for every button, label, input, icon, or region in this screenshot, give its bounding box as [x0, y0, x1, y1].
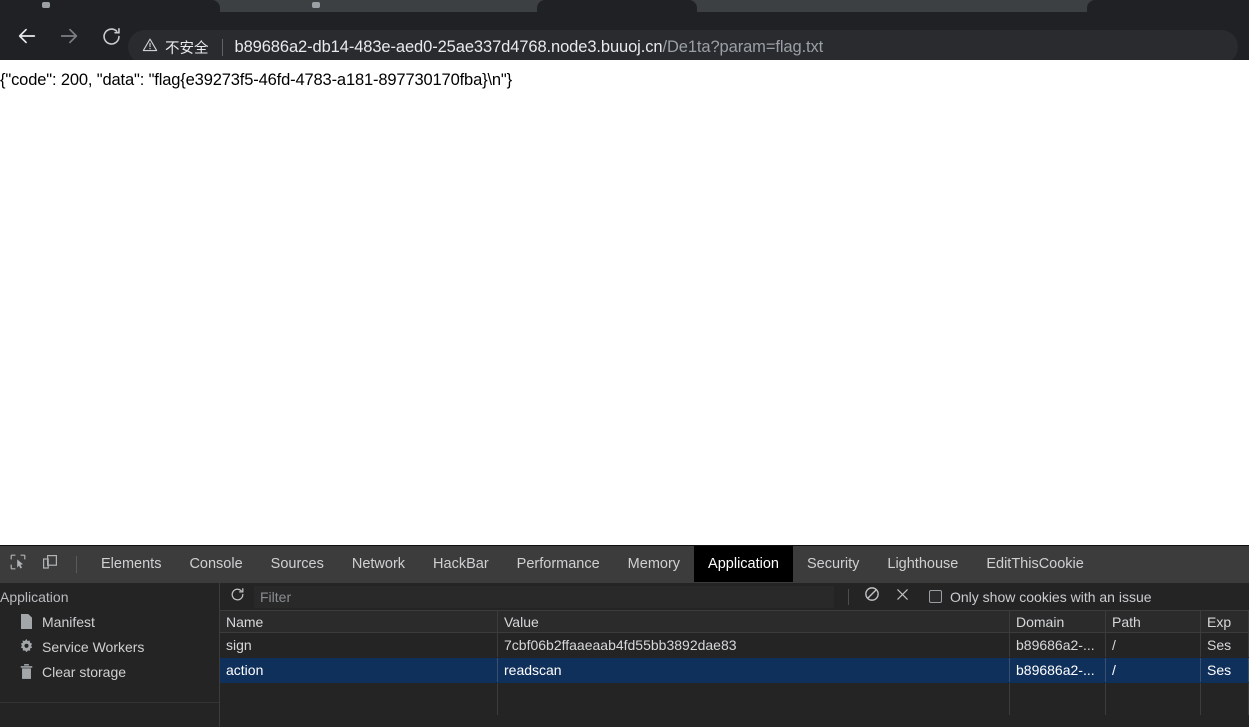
cookies-table: Name Value Domain Path Exp sign 7cbf06b2… — [220, 611, 1249, 715]
tab-performance[interactable]: Performance — [503, 546, 614, 582]
back-button[interactable] — [8, 17, 46, 55]
page-body-text: {"code": 200, "data": "flag{e39273f5-46f… — [0, 71, 512, 89]
inspect-element-button[interactable] — [4, 551, 32, 577]
arrow-right-icon — [58, 25, 80, 47]
cookies-table-header: Name Value Domain Path Exp — [220, 611, 1249, 633]
inspect-element-icon — [10, 554, 26, 575]
reload-icon — [101, 26, 122, 47]
tab-elements[interactable]: Elements — [87, 546, 175, 582]
refresh-icon — [230, 587, 245, 607]
device-toolbar-icon — [42, 554, 58, 575]
tab-hackbar[interactable]: HackBar — [419, 546, 503, 582]
cell-name: sign — [220, 633, 498, 657]
sidebar-item-label: Manifest — [42, 613, 95, 630]
only-issues-checkbox-row[interactable]: Only show cookies with an issue — [929, 589, 1152, 605]
cell-domain: b89686a2-... — [1010, 658, 1106, 682]
devtools-left-icons — [0, 551, 87, 577]
browser-toolbar: 不安全 b89686a2-db14-483e-aed0-25ae337d4768… — [0, 12, 1249, 64]
tab-network[interactable]: Network — [338, 546, 419, 582]
arrow-left-icon — [16, 25, 38, 47]
forward-button[interactable] — [50, 17, 88, 55]
column-header-domain[interactable]: Domain — [1010, 611, 1106, 632]
cookies-table-empty-area — [220, 683, 1249, 715]
cookies-toolbar: Only show cookies with an issue — [220, 583, 1249, 611]
table-row[interactable]: sign 7cbf06b2ffaaeaab4fd55bb3892dae83 b8… — [220, 633, 1249, 658]
sidebar-header: Application — [0, 589, 69, 605]
filler-cell — [498, 683, 1010, 715]
url-path: /De1ta?param=flag.txt — [662, 37, 824, 56]
refresh-cookies-button[interactable] — [220, 583, 254, 611]
cell-path: / — [1106, 658, 1201, 682]
tab-sources[interactable]: Sources — [257, 546, 338, 582]
cell-value: readscan — [498, 658, 1010, 682]
toolbar-divider — [76, 555, 77, 573]
cell-name: action — [220, 658, 498, 682]
devtools-tabbar: Elements Console Sources Network HackBar… — [0, 546, 1249, 583]
tab-favicon — [312, 2, 320, 8]
sidebar-item-manifest[interactable]: Manifest — [0, 609, 219, 634]
column-header-expires[interactable]: Exp — [1201, 611, 1249, 632]
filler-cell — [1010, 683, 1106, 715]
page-viewport: {"code": 200, "data": "flag{e39273f5-46f… — [0, 60, 1249, 545]
close-icon — [895, 587, 910, 607]
browser-tab[interactable] — [0, 0, 220, 12]
url-text: b89686a2-db14-483e-aed0-25ae337d4768.nod… — [235, 38, 824, 57]
delete-cookie-button[interactable] — [887, 584, 917, 610]
sidebar-divider — [0, 702, 219, 703]
tab-favicon — [42, 2, 50, 8]
toolbar-divider — [848, 588, 849, 605]
browser-tab[interactable] — [1087, 0, 1249, 12]
cell-domain: b89686a2-... — [1010, 633, 1106, 657]
document-icon — [18, 614, 34, 630]
sidebar-item-label: Clear storage — [42, 663, 127, 680]
sidebar-item-label: Service Workers — [42, 638, 145, 655]
cell-path: / — [1106, 633, 1201, 657]
tab-editthiscookie[interactable]: EditThisCookie — [972, 546, 1098, 582]
clear-all-cookies-icon — [864, 586, 880, 607]
filler-cell — [1201, 683, 1249, 715]
gear-icon — [18, 639, 34, 655]
devtools-panel: Elements Console Sources Network HackBar… — [0, 545, 1249, 727]
omnibox-divider — [221, 38, 223, 56]
reload-button[interactable] — [92, 17, 130, 55]
devtools-body: Application Manifest Service Workers Cle… — [0, 583, 1249, 727]
cookies-panel: Only show cookies with an issue Name Val… — [220, 583, 1249, 727]
tab-console[interactable]: Console — [175, 546, 256, 582]
trash-icon — [18, 664, 34, 680]
table-row[interactable]: action readscan b89686a2-... / Ses — [220, 658, 1249, 683]
tab-application[interactable]: Application — [694, 546, 793, 582]
only-issues-label: Only show cookies with an issue — [950, 588, 1152, 605]
column-header-path[interactable]: Path — [1106, 611, 1201, 632]
only-issues-checkbox[interactable] — [929, 590, 942, 603]
column-header-name[interactable]: Name — [220, 611, 498, 632]
browser-tab[interactable] — [537, 0, 697, 12]
tab-security[interactable]: Security — [793, 546, 873, 582]
filter-input[interactable] — [254, 585, 834, 608]
sidebar-item-service-workers[interactable]: Service Workers — [0, 634, 219, 659]
cell-expires: Ses — [1201, 658, 1249, 682]
url-host: b89686a2-db14-483e-aed0-25ae337d4768.nod… — [234, 37, 663, 56]
application-sidebar: Application Manifest Service Workers Cle… — [0, 583, 237, 727]
browser-tab-strip — [0, 0, 1249, 12]
tab-memory[interactable]: Memory — [614, 546, 694, 582]
device-toolbar-button[interactable] — [36, 551, 64, 577]
filler-cell — [220, 683, 498, 715]
cell-expires: Ses — [1201, 633, 1249, 657]
tab-lighthouse[interactable]: Lighthouse — [873, 546, 972, 582]
warning-triangle-icon — [142, 37, 158, 57]
clear-all-cookies-button[interactable] — [857, 584, 887, 610]
address-bar[interactable]: 不安全 b89686a2-db14-483e-aed0-25ae337d4768… — [128, 30, 1238, 64]
column-header-value[interactable]: Value — [498, 611, 1010, 632]
security-label: 不安全 — [165, 40, 209, 57]
security-indicator[interactable]: 不安全 — [128, 37, 209, 58]
filler-cell — [1106, 683, 1201, 715]
devtools-tabs: Elements Console Sources Network HackBar… — [87, 546, 1098, 582]
sidebar-item-clear-storage[interactable]: Clear storage — [0, 659, 219, 684]
cell-value: 7cbf06b2ffaaeaab4fd55bb3892dae83 — [498, 633, 1010, 657]
